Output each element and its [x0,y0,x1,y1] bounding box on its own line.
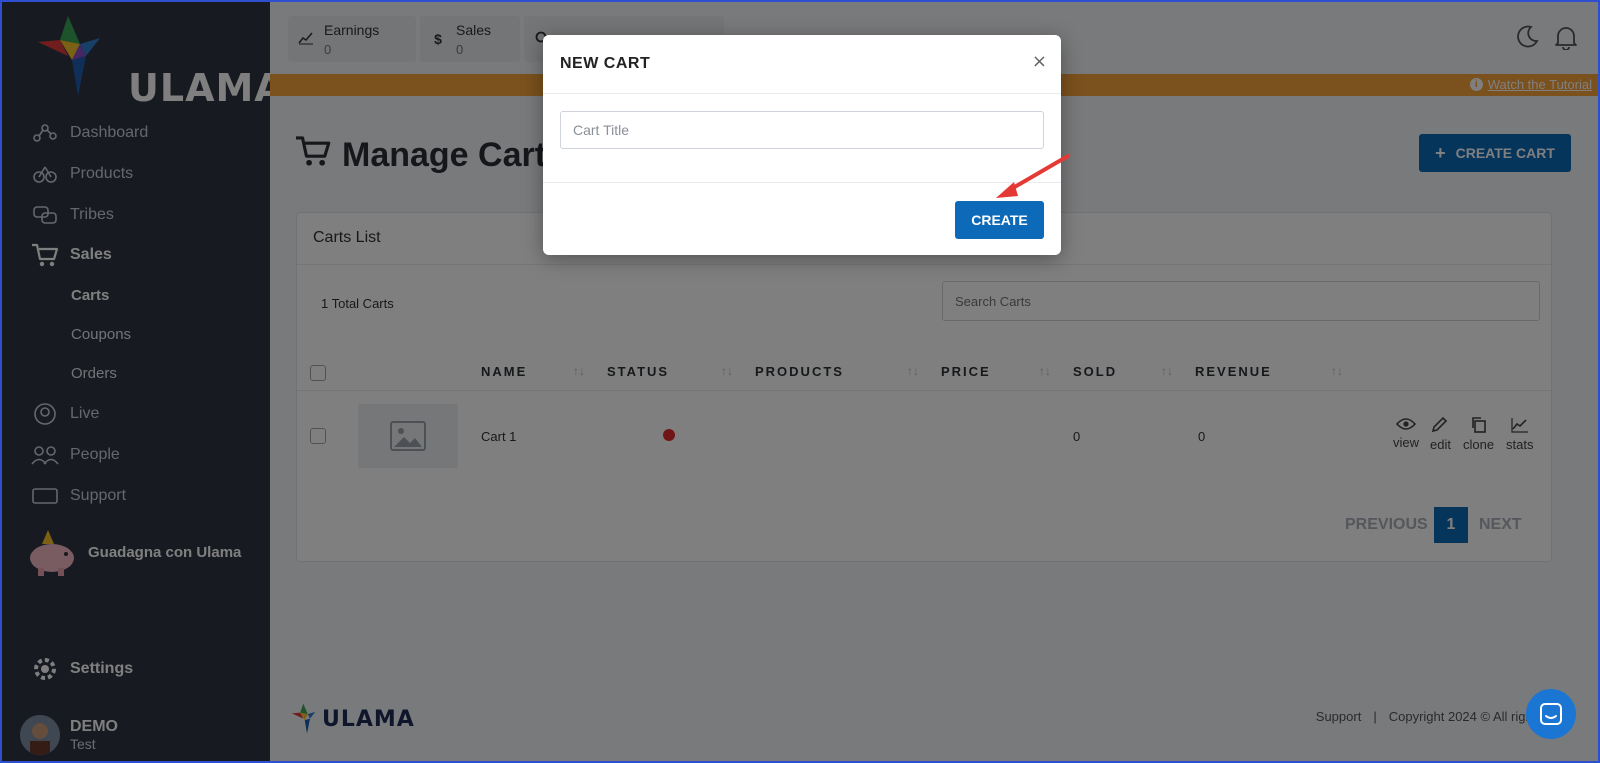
chat-icon [1540,703,1562,725]
annotation-arrow-icon [996,154,1070,198]
app-window: ULAMA Dashboard Products Tribes Sales [0,0,1600,763]
modal-body [543,94,1061,183]
chat-launcher[interactable] [1526,689,1576,739]
cart-title-input[interactable] [560,111,1044,149]
close-icon[interactable]: × [1032,51,1047,72]
create-button[interactable]: CREATE [955,201,1044,239]
modal-header: NEW CART × [543,35,1061,94]
modal-title: NEW CART [560,55,651,72]
new-cart-modal: NEW CART × CREATE [543,35,1061,255]
